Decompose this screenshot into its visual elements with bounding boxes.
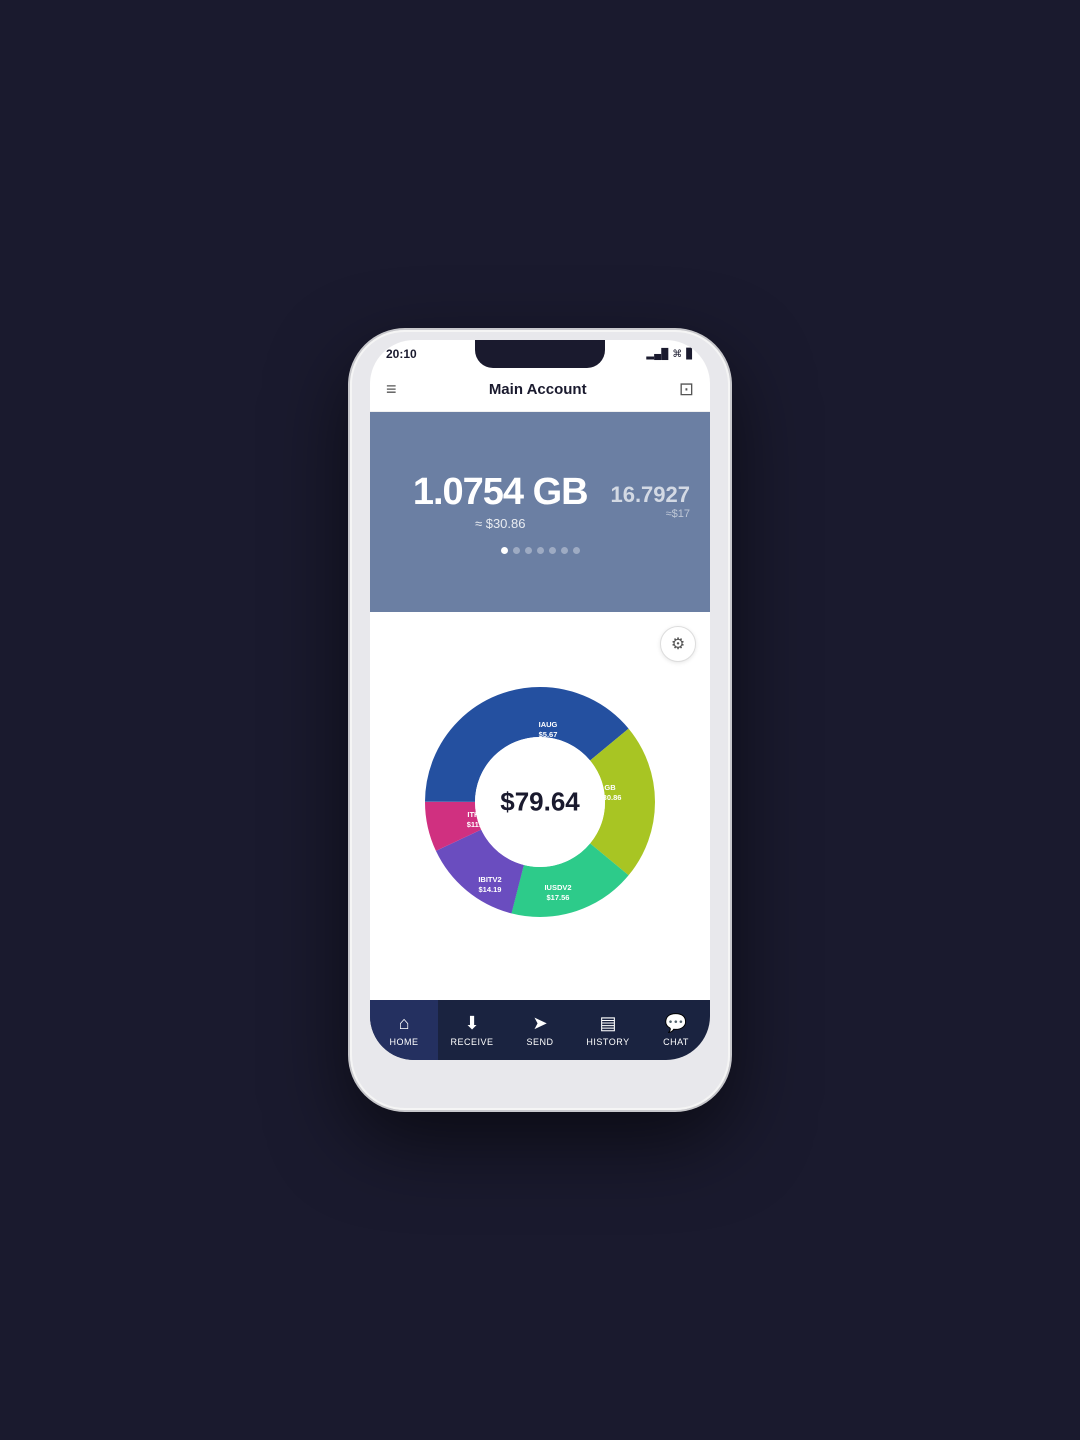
nav-receive[interactable]: ⬇ RECEIVE — [438, 1000, 506, 1060]
phone-screen: 20:10 ▂▄█ ⌘ ▊ ≡ Main Account ⊡ 1.0754 GB… — [370, 340, 710, 1060]
nav-send[interactable]: ➤ SEND — [506, 1000, 574, 1060]
secondary-balance-usd: ≈$17 — [610, 508, 690, 520]
primary-balance-usd: ≈ $30.86 — [390, 516, 610, 531]
dot-5[interactable] — [549, 547, 556, 554]
label-iusdv2: IUSDV2 — [544, 883, 571, 892]
chart-total: $79.64 — [500, 787, 580, 818]
app-header: ≡ Main Account ⊡ — [370, 368, 710, 412]
chart-area: ⚙ — [370, 612, 710, 1000]
balance-primary: 1.0754 GB ≈ $30.86 — [390, 471, 610, 531]
qr-icon[interactable]: ⊡ — [679, 379, 694, 400]
label-iaug: IAUG — [539, 720, 558, 729]
dot-2[interactable] — [513, 547, 520, 554]
donut-chart: GB $30.86 IUSDV2 $17.56 IBITV2 $14.19 IT… — [410, 672, 670, 932]
bottom-nav: ⌂ HOME ⬇ RECEIVE ➤ SEND ▤ HISTORY 💬 CHAT — [370, 1000, 710, 1060]
label-ibitv2: IBITV2 — [478, 875, 501, 884]
dot-4[interactable] — [537, 547, 544, 554]
settings-button[interactable]: ⚙ — [660, 626, 696, 662]
label-ibitv2-value: $14.19 — [479, 885, 502, 894]
nav-chat-label: CHAT — [663, 1037, 689, 1047]
send-icon: ➤ — [532, 1013, 547, 1034]
battery-icon: ▊ — [686, 349, 694, 360]
history-icon: ▤ — [599, 1013, 616, 1034]
gear-icon: ⚙ — [671, 634, 685, 654]
nav-chat[interactable]: 💬 CHAT — [642, 1000, 710, 1060]
phone-frame: 20:10 ▂▄█ ⌘ ▊ ≡ Main Account ⊡ 1.0754 GB… — [350, 330, 730, 1110]
dot-3[interactable] — [525, 547, 532, 554]
dot-6[interactable] — [561, 547, 568, 554]
secondary-balance-amount: 16.7927 — [610, 482, 690, 508]
notch — [475, 340, 605, 368]
status-time: 20:10 — [386, 347, 417, 361]
wifi-icon: ⌘ — [672, 349, 682, 360]
menu-icon[interactable]: ≡ — [386, 379, 397, 400]
carousel-dots — [501, 547, 580, 554]
primary-balance-amount: 1.0754 GB — [390, 471, 610, 514]
balance-card: 1.0754 GB ≈ $30.86 16.7927 ≈$17 — [370, 412, 710, 612]
nav-receive-label: RECEIVE — [450, 1037, 493, 1047]
balance-secondary: 16.7927 ≈$17 — [610, 482, 690, 520]
nav-history[interactable]: ▤ HISTORY — [574, 1000, 642, 1060]
nav-send-label: SEND — [526, 1037, 553, 1047]
receive-icon: ⬇ — [464, 1013, 479, 1034]
signal-icon: ▂▄█ — [646, 349, 668, 360]
label-gb: GB — [604, 783, 616, 792]
dot-1[interactable] — [501, 547, 508, 554]
nav-history-label: HISTORY — [586, 1037, 629, 1047]
nav-home[interactable]: ⌂ HOME — [370, 1000, 438, 1060]
label-iusdv2-value: $17.56 — [547, 893, 570, 902]
header-title: Main Account — [489, 381, 587, 398]
home-icon: ⌂ — [399, 1013, 410, 1034]
dot-7[interactable] — [573, 547, 580, 554]
nav-home-label: HOME — [390, 1037, 419, 1047]
chat-icon: 💬 — [665, 1013, 687, 1034]
status-icons: ▂▄█ ⌘ ▊ — [646, 349, 694, 360]
